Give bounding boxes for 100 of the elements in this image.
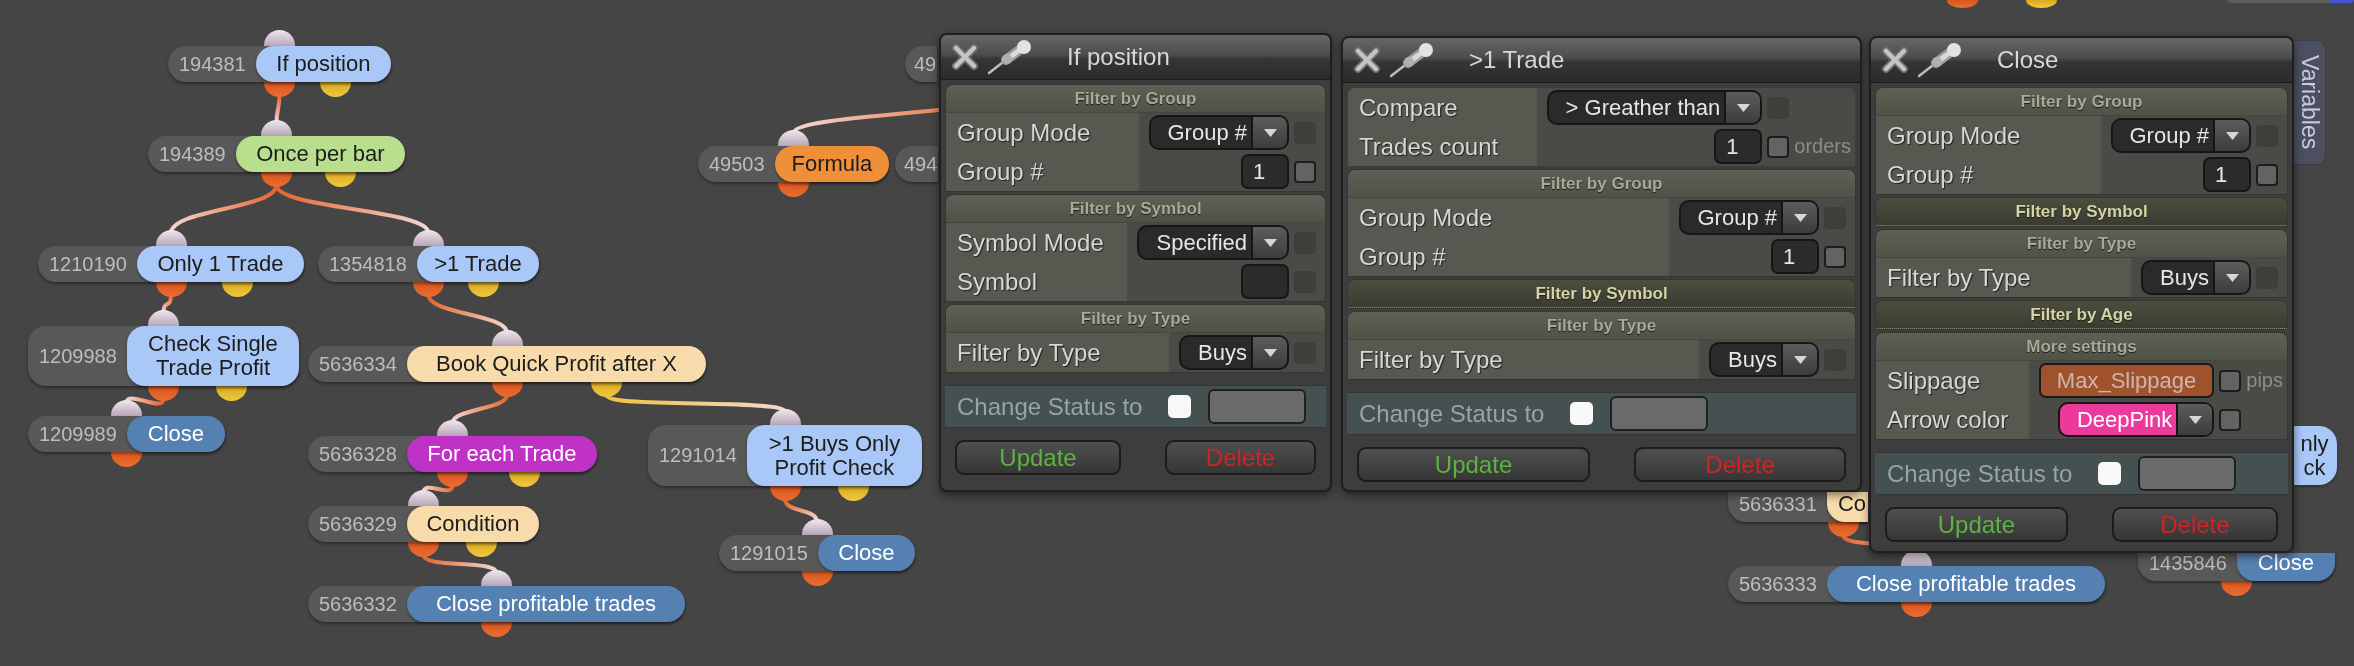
color-dropdown[interactable]: DeepPink (2057, 402, 2215, 437)
output-port-icon[interactable] (437, 472, 468, 487)
side-tab[interactable]: Variables (2294, 40, 2326, 165)
output-port-icon[interactable] (261, 172, 292, 187)
status-field[interactable] (1610, 396, 1708, 431)
output-port-icon[interactable] (1827, 522, 1859, 537)
caret-icon[interactable] (1251, 227, 1287, 258)
graph-node[interactable]: 5636332 Close profitable trades (308, 586, 685, 622)
secondary-output-port-icon[interactable] (319, 82, 351, 97)
update-button[interactable]: Update (1885, 507, 2068, 542)
node-label[interactable]: nly ck (2294, 426, 2337, 485)
output-port-icon[interactable] (408, 542, 439, 557)
status-field[interactable] (1208, 389, 1306, 424)
output-port-icon[interactable] (778, 182, 809, 197)
checkbox[interactable] (1767, 135, 1790, 158)
secondary-output-port-icon[interactable] (2026, 0, 2057, 8)
caret-icon[interactable] (1781, 344, 1817, 375)
graph-node[interactable]: 5636328 For each Trade (308, 436, 597, 472)
output-port-icon[interactable] (148, 386, 179, 401)
input-port-icon[interactable] (481, 570, 512, 586)
checkbox[interactable] (2219, 369, 2242, 392)
graph-node[interactable]: 1209988 Check Single Trade Profit (28, 326, 299, 386)
node-id[interactable]: 494 (895, 146, 939, 182)
secondary-output-port-icon[interactable] (468, 282, 500, 297)
caret-icon[interactable] (2213, 262, 2249, 293)
input-port-icon[interactable] (801, 519, 833, 535)
graph-node[interactable]: 5636329 Condition (308, 506, 539, 542)
update-button[interactable]: Update (1357, 447, 1591, 482)
graph-node[interactable]: 5636331 Co (1728, 492, 1868, 522)
secondary-output-port-icon[interactable] (509, 472, 541, 487)
graph-node[interactable]: 1291015 Close (719, 535, 915, 571)
section-header[interactable]: Filter by Symbol (1348, 280, 1855, 308)
caret-icon[interactable] (2213, 120, 2249, 151)
output-port-icon[interactable] (155, 282, 187, 297)
number-field[interactable]: 1 (1241, 154, 1289, 189)
input-port-icon[interactable] (437, 420, 468, 436)
output-port-icon[interactable] (2221, 581, 2252, 596)
input-port-icon[interactable] (111, 400, 142, 416)
output-port-icon[interactable] (413, 282, 444, 297)
output-port-icon[interactable] (1947, 0, 1978, 8)
output-port-icon[interactable] (491, 382, 523, 397)
input-port-icon[interactable] (769, 409, 801, 425)
node-label: Book Quick Profit after X (406, 346, 706, 382)
pin-icon[interactable] (1389, 42, 1435, 78)
checkbox[interactable] (1168, 395, 1191, 418)
section-header[interactable]: Filter by Symbol (1876, 198, 2287, 226)
input-port-icon[interactable] (408, 490, 439, 506)
graph-node[interactable]: 49503 Formula (698, 146, 889, 182)
update-button[interactable]: Update (955, 440, 1122, 475)
number-field[interactable]: 1 (2203, 157, 2251, 192)
section-header[interactable]: Filter by Age (1876, 301, 2287, 329)
input-port-icon[interactable] (148, 310, 179, 326)
checkbox[interactable] (2256, 163, 2278, 186)
graph-node[interactable]: 194381 If position (168, 46, 391, 82)
graph-node[interactable]: 1435846 Close (2138, 553, 2335, 581)
caret-icon[interactable] (1781, 202, 1817, 233)
status-field[interactable] (2138, 456, 2236, 491)
graph-node[interactable]: 1291014 >1 Buys Only Profit Check (648, 425, 922, 486)
text-field[interactable] (1241, 264, 1289, 299)
caret-icon[interactable] (1251, 337, 1287, 368)
close-icon[interactable] (1879, 44, 1911, 76)
secondary-output-port-icon[interactable] (215, 386, 247, 401)
checkbox[interactable] (2098, 462, 2121, 485)
graph-node[interactable]: 194389 Once per bar (148, 136, 405, 172)
input-port-icon[interactable] (413, 230, 444, 246)
output-port-icon[interactable] (1901, 602, 1932, 617)
output-port-icon[interactable] (481, 622, 512, 637)
graph-node[interactable]: 1354818 >1 Trade (318, 246, 539, 282)
caret-icon[interactable] (1251, 117, 1287, 148)
caret-icon[interactable] (2176, 404, 2213, 435)
output-port-icon[interactable] (769, 486, 801, 501)
output-port-icon[interactable] (111, 452, 142, 467)
checkbox[interactable] (2219, 408, 2242, 431)
output-port-icon[interactable] (801, 571, 833, 586)
pin-icon[interactable] (987, 39, 1033, 75)
number-field[interactable]: 1 (1771, 239, 1819, 274)
graph-node[interactable]: 1209989 Close (28, 416, 225, 452)
secondary-output-port-icon[interactable] (465, 542, 497, 557)
close-icon[interactable] (1351, 44, 1383, 76)
graph-node[interactable]: 1210190 Only 1 Trade (38, 246, 304, 282)
secondary-output-port-icon[interactable] (591, 382, 622, 397)
input-port-icon[interactable] (778, 130, 809, 146)
node-id[interactable]: 49 (905, 46, 938, 82)
checkbox[interactable] (1570, 402, 1593, 425)
input-port-icon[interactable] (155, 230, 187, 246)
graph-node[interactable]: 5636334 Book Quick Profit after X (308, 346, 706, 382)
input-port-icon[interactable] (491, 330, 523, 346)
pin-icon[interactable] (1917, 42, 1963, 78)
checkbox[interactable] (1824, 245, 1846, 268)
checkbox[interactable] (1294, 160, 1316, 183)
secondary-output-port-icon[interactable] (222, 282, 253, 297)
output-port-icon[interactable] (264, 82, 295, 97)
number-field[interactable]: 1 (1714, 129, 1763, 164)
secondary-output-port-icon[interactable] (325, 172, 357, 187)
close-icon[interactable] (949, 41, 981, 73)
caret-icon[interactable] (1724, 92, 1761, 123)
graph-node[interactable]: 5636333 Close profitable trades (1728, 566, 2105, 602)
input-port-icon[interactable] (261, 120, 292, 136)
secondary-output-port-icon[interactable] (838, 486, 869, 501)
input-port-icon[interactable] (264, 30, 295, 46)
